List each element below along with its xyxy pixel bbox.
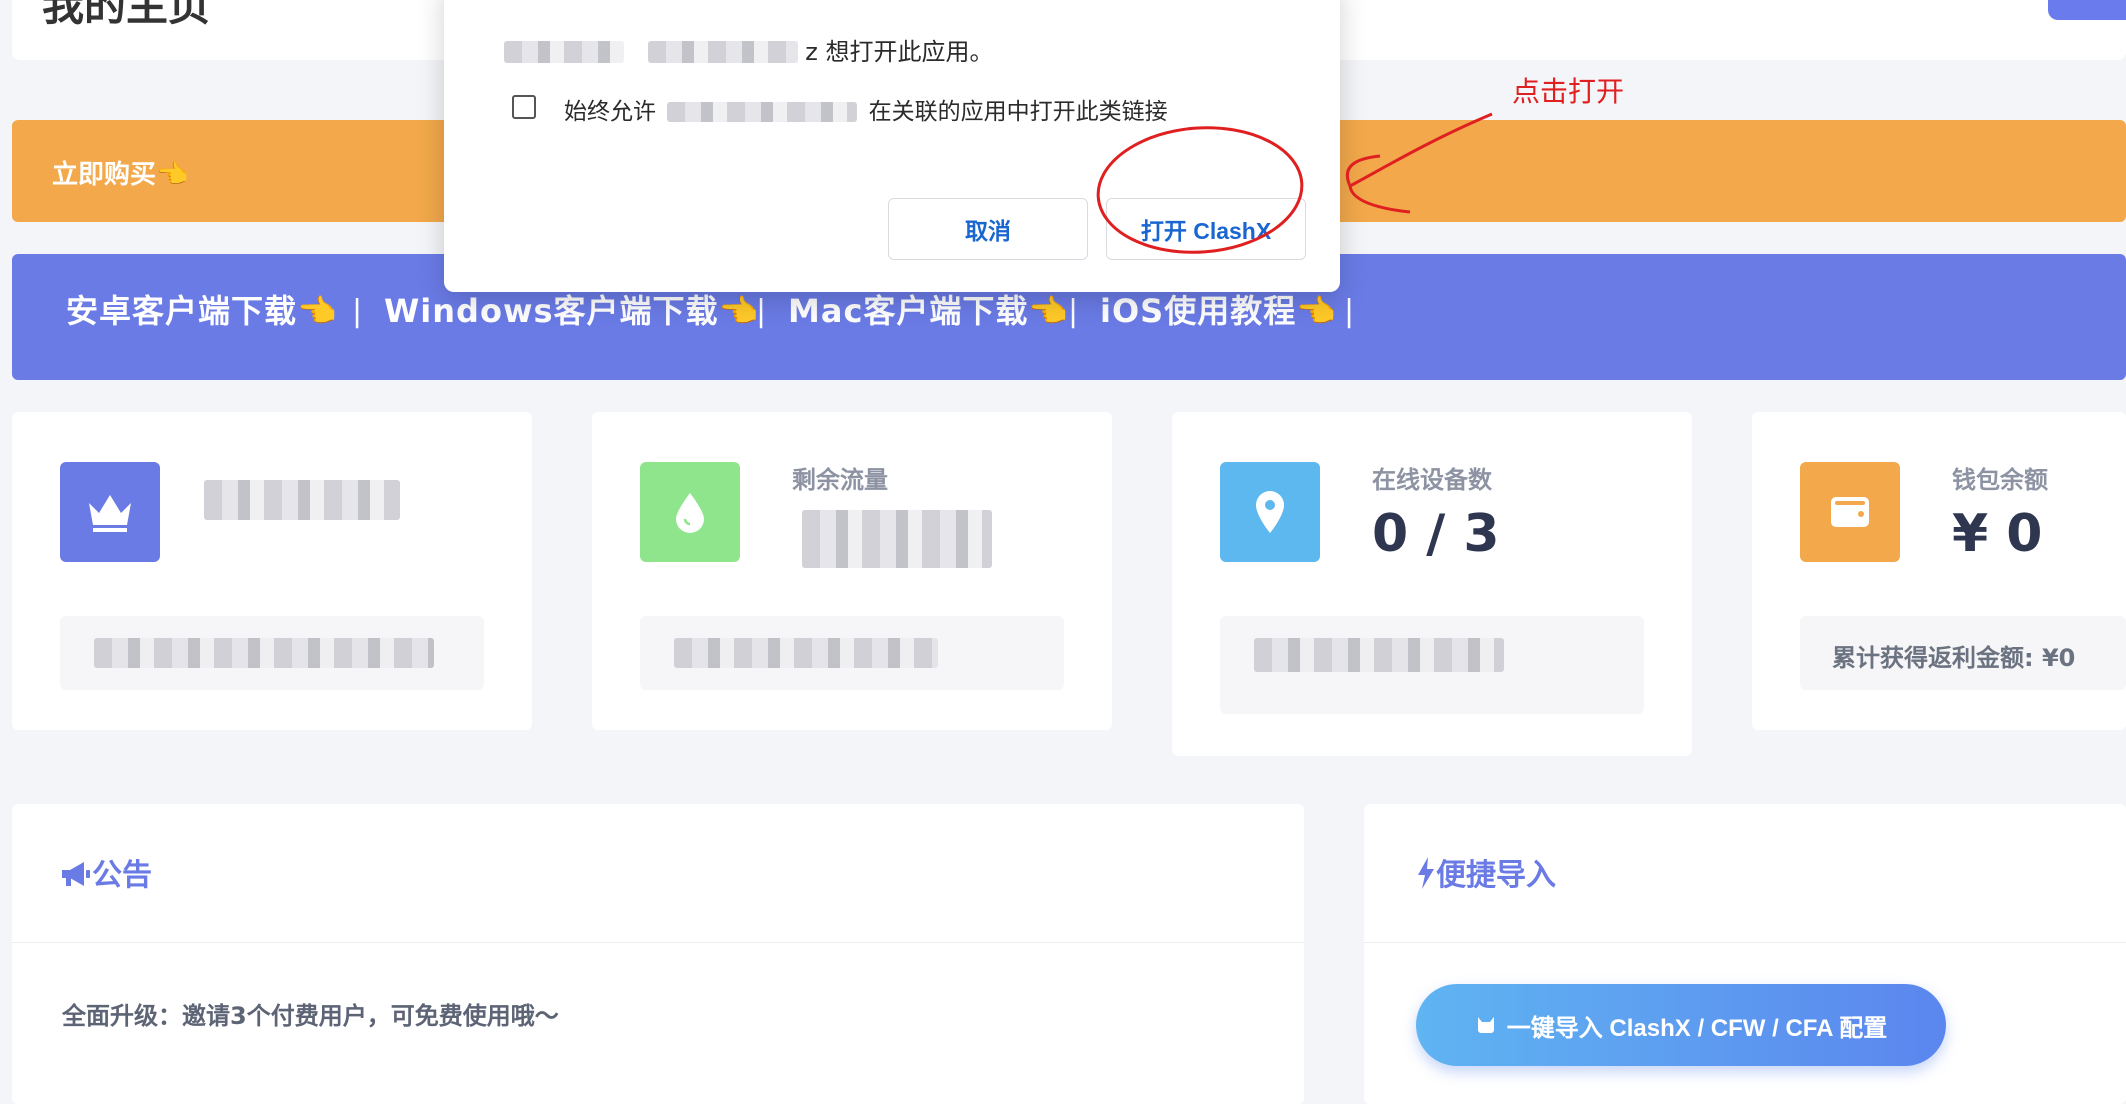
header-action-button[interactable] xyxy=(2048,0,2126,20)
devices-value: 0 / 3 xyxy=(1372,504,1500,564)
separator: | xyxy=(1068,294,1079,329)
devices-foot xyxy=(1220,616,1644,714)
traffic-card: 剩余流量 xyxy=(592,412,1112,730)
wallet-label: 钱包余额 xyxy=(1952,466,2048,494)
windows-download-link[interactable]: Windows客户端下载👈 xyxy=(384,286,759,332)
crown-icon xyxy=(60,462,160,562)
wallet-icon xyxy=(1800,462,1900,562)
plan-card xyxy=(12,412,532,730)
cat-icon xyxy=(1477,1017,1494,1033)
ios-tutorial-link[interactable]: iOS使用教程👈 xyxy=(1100,286,1337,332)
redacted-site xyxy=(667,102,858,122)
traffic-used xyxy=(640,616,1064,690)
divider xyxy=(1364,942,2126,943)
map-pin-icon xyxy=(1220,462,1320,562)
announcement-card: 公告 全面升级：邀请3个付费用户，可免费使用哦～ xyxy=(12,804,1304,1104)
wallet-card: 钱包余额 ¥ 0 累计获得返利金额: ¥0 xyxy=(1752,412,2126,730)
page-title: 我的主页 xyxy=(42,0,211,30)
separator: | xyxy=(756,294,767,329)
quick-import-card: 便捷导入 一键导入 ClashX / CFW / CFA 配置 xyxy=(1364,804,2126,1104)
wallet-value: ¥ 0 xyxy=(1952,504,2043,564)
traffic-label: 剩余流量 xyxy=(792,466,888,494)
always-allow-checkbox[interactable] xyxy=(512,95,536,119)
megaphone-icon xyxy=(62,862,90,886)
separator: | xyxy=(352,294,363,329)
redacted-site xyxy=(504,41,624,63)
divider xyxy=(12,942,1304,943)
import-clash-config-button[interactable]: 一键导入 ClashX / CFW / CFA 配置 xyxy=(1416,984,1946,1066)
redacted-plan-value xyxy=(204,480,400,520)
redacted-traffic-value xyxy=(802,510,992,568)
redacted-traffic-used xyxy=(674,638,938,668)
buy-now-link[interactable]: 立即购买👈 xyxy=(52,154,188,191)
devices-card: 在线设备数 0 / 3 xyxy=(1172,412,1692,756)
redacted-expiry xyxy=(94,638,434,668)
announcement-title: 公告 xyxy=(60,850,152,894)
plan-expiry xyxy=(60,616,484,690)
rebate-total: 累计获得返利金额: ¥0 xyxy=(1832,644,2076,672)
redacted-devices-foot xyxy=(1254,638,1504,672)
annotation-marks xyxy=(1096,112,1493,254)
annotation-label: 点击打开 xyxy=(1512,75,1625,108)
bolt-icon xyxy=(1418,857,1434,889)
announcement-text: 全面升级：邀请3个付费用户，可免费使用哦～ xyxy=(62,1002,559,1030)
mac-download-link[interactable]: Mac客户端下载👈 xyxy=(788,286,1069,332)
quick-import-title: 便捷导入 xyxy=(1416,850,1556,894)
droplet-icon xyxy=(640,462,740,562)
android-download-link[interactable]: 安卓客户端下载👈 xyxy=(66,286,338,332)
redacted-site xyxy=(647,41,798,63)
annotation-circle xyxy=(1096,126,1304,254)
devices-label: 在线设备数 xyxy=(1372,466,1492,494)
separator: | xyxy=(1344,294,1355,329)
dialog-message: z 想打开此应用。 xyxy=(504,32,994,67)
import-button-label: 一键导入 ClashX / CFW / CFA 配置 xyxy=(1506,1014,1888,1042)
wallet-foot: 累计获得返利金额: ¥0 xyxy=(1800,616,2126,690)
cancel-button[interactable]: 取消 xyxy=(888,198,1088,260)
always-allow-label: 始终允许 在关联的应用中打开此类链接 xyxy=(564,99,1168,125)
annotation-arrow xyxy=(1349,112,1493,188)
